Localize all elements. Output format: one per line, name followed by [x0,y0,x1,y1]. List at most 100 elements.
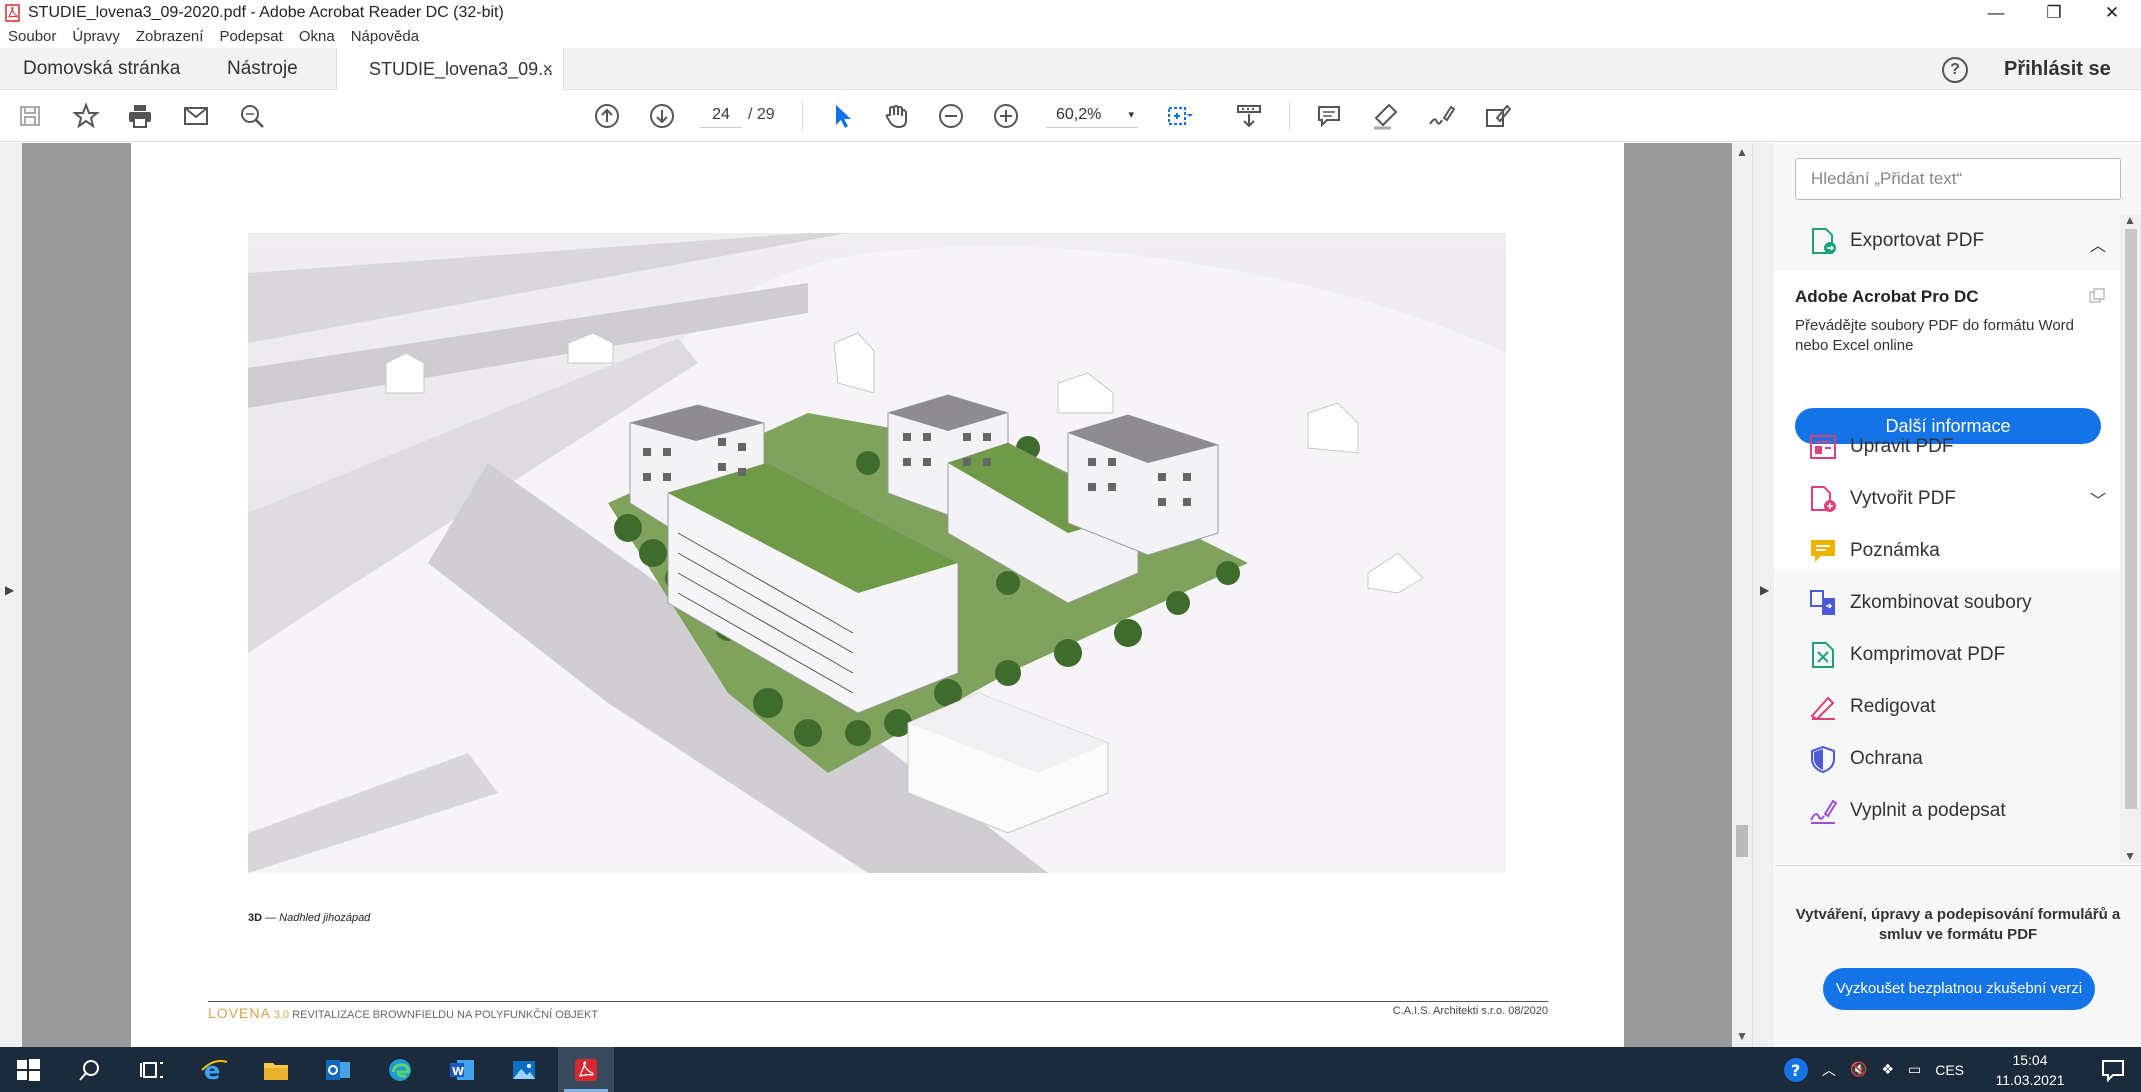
tool-label: Poznámka [1850,540,1940,561]
dropbox-icon[interactable]: ❖ [1881,1061,1894,1078]
tool-label: Ochrana [1850,748,1923,769]
scroll-mode-icon[interactable] [1233,100,1265,132]
menu-upravy[interactable]: Úpravy [64,26,128,48]
search-zoom-icon[interactable] [236,100,268,132]
menu-napoveda[interactable]: Nápověda [343,26,427,48]
scroll-thumb[interactable] [2125,229,2137,809]
tool-fill-sign[interactable]: Vyplnit a podepsat [1775,785,2120,837]
close-window-button[interactable]: ✕ [2083,0,2141,26]
zoom-in-icon[interactable] [990,100,1022,132]
fit-page-icon[interactable] [1163,100,1195,132]
menu-soubor[interactable]: Soubor [0,26,64,48]
menu-okna[interactable]: Okna [291,26,343,48]
hand-tool-icon[interactable] [880,100,912,132]
notifications-icon[interactable] [2085,1047,2141,1092]
volume-muted-icon[interactable]: 🔇 [1850,1061,1867,1078]
tool-label: Zkombinovat soubory [1850,592,2032,613]
search-input[interactable]: Hledání „Přidat text“ [1795,158,2121,200]
tool-compress[interactable]: Komprimovat PDF [1775,629,2120,681]
fill-sign-icon [1810,799,1838,824]
protect-icon [1811,745,1835,774]
tab-home[interactable]: Domovská stránka [23,48,180,90]
tab-document[interactable]: STUDIE_lovena3_09... × [336,48,564,91]
scroll-up-icon[interactable]: ▲ [1736,145,1748,159]
footer-brand-name: LOVENA [208,1005,271,1021]
figure-caption: 3D — Nadhled jihozápad [248,912,370,924]
network-icon[interactable]: ▭ [1908,1061,1921,1078]
help-icon[interactable]: ? [1942,57,1968,83]
help-tray-icon[interactable]: ? [1782,1056,1810,1084]
chevron-up-icon[interactable]: ︿ [1822,1060,1836,1080]
minimize-button[interactable]: — [1967,0,2025,26]
highlight-icon[interactable] [1369,100,1401,132]
windows-start-icon[interactable] [0,1047,56,1092]
word-icon[interactable]: W [434,1047,490,1092]
page-number-input[interactable]: 24 [700,102,742,128]
outlook-icon[interactable] [310,1047,366,1092]
fill-sign-tool-icon[interactable] [1481,100,1513,132]
right-panel-toggle[interactable]: ▶ [1752,143,1774,1047]
menu-bar: Soubor Úpravy Zobrazení Podepsat Okna Ná… [0,26,2141,48]
tool-label: Upravit PDF [1850,436,1954,457]
tool-create-pdf[interactable]: Vytvořit PDF ﹀ [1775,473,2120,525]
export-pdf-item[interactable]: Exportovat PDF ︿ [1775,215,2120,267]
signin-button[interactable]: Přihlásit se [2004,48,2111,90]
email-icon[interactable] [180,100,212,132]
scroll-thumb[interactable] [1736,825,1748,857]
toolbar-separator [1289,100,1290,132]
footer-brand-version: 3.0 [273,1009,290,1021]
title-bar: STUDIE_lovena3_09-2020.pdf - Adobe Acrob… [0,0,2141,26]
zoom-out-icon[interactable] [935,100,967,132]
tab-tools[interactable]: Nástroje [227,48,298,90]
left-panel-toggle[interactable]: ▶ [0,143,22,1047]
chevron-down-icon[interactable]: ﹀ [2090,487,2106,511]
tool-redact[interactable]: Redigovat [1775,681,2120,733]
save-icon[interactable] [14,100,46,132]
language-indicator[interactable]: CES [1935,1062,1964,1078]
maximize-button[interactable]: ❐ [2025,0,2083,26]
previous-page-icon[interactable] [591,100,623,132]
select-cursor-icon[interactable] [826,100,858,132]
combine-icon [1810,590,1835,615]
tool-combine[interactable]: Zkombinovat soubory [1775,577,2120,629]
menu-zobrazeni[interactable]: Zobrazení [128,26,212,48]
tool-label: Redigovat [1850,696,1936,717]
menu-podepsat[interactable]: Podepsat [211,26,290,48]
tool-protect[interactable]: Ochrana [1775,733,2120,785]
photos-icon[interactable] [496,1047,552,1092]
close-tab-icon[interactable]: × [542,48,553,90]
free-trial-button[interactable]: Vyzkoušet bezplatnou zkušební verzi [1823,968,2095,1010]
comment-icon [1811,540,1835,562]
sign-icon[interactable] [1425,100,1457,132]
comment-icon[interactable] [1313,100,1345,132]
chevron-up-icon[interactable]: ︿ [2090,232,2106,256]
copy-icon[interactable] [2088,287,2106,305]
edge-icon[interactable] [372,1047,428,1092]
bookmark-star-icon[interactable] [70,100,102,132]
print-icon[interactable] [124,100,156,132]
tools-scrollbar[interactable]: ▲ ▼ [2120,213,2141,863]
tool-edit-pdf[interactable]: Upravit PDF [1775,421,2120,473]
svg-text:?: ? [1791,1061,1800,1080]
scroll-down-icon[interactable]: ▼ [2124,849,2136,863]
acrobat-taskbar-icon[interactable] [558,1047,614,1092]
caption-text: — Nadhled jihozápad [262,912,371,924]
scroll-up-icon[interactable]: ▲ [2124,213,2136,227]
tool-comment[interactable]: Poznámka [1775,525,2120,577]
system-tray: ? ︿ 🔇 ❖ ▭ CES [1782,1047,1978,1092]
task-view-icon[interactable] [124,1047,180,1092]
file-explorer-icon[interactable] [248,1047,304,1092]
architectural-render-image [248,233,1506,873]
next-page-icon[interactable] [646,100,678,132]
tab-document-label: STUDIE_lovena3_09... [369,59,554,79]
create-pdf-icon [1811,486,1836,512]
internet-explorer-icon[interactable]: e [186,1047,242,1092]
window-title: STUDIE_lovena3_09-2020.pdf - Adobe Acrob… [28,4,504,21]
scroll-down-icon[interactable]: ▼ [1736,1029,1748,1043]
promo-description: Převádějte soubory PDF do formátu Word n… [1795,317,2075,354]
clock[interactable]: 15:04 11.03.2021 [1990,1050,2070,1090]
export-pdf-icon [1812,228,1836,254]
zoom-select[interactable]: 60,2% ▾ [1046,102,1138,128]
document-scrollbar[interactable]: ▲ ▼ [1732,143,1752,1047]
search-icon[interactable] [62,1047,118,1092]
